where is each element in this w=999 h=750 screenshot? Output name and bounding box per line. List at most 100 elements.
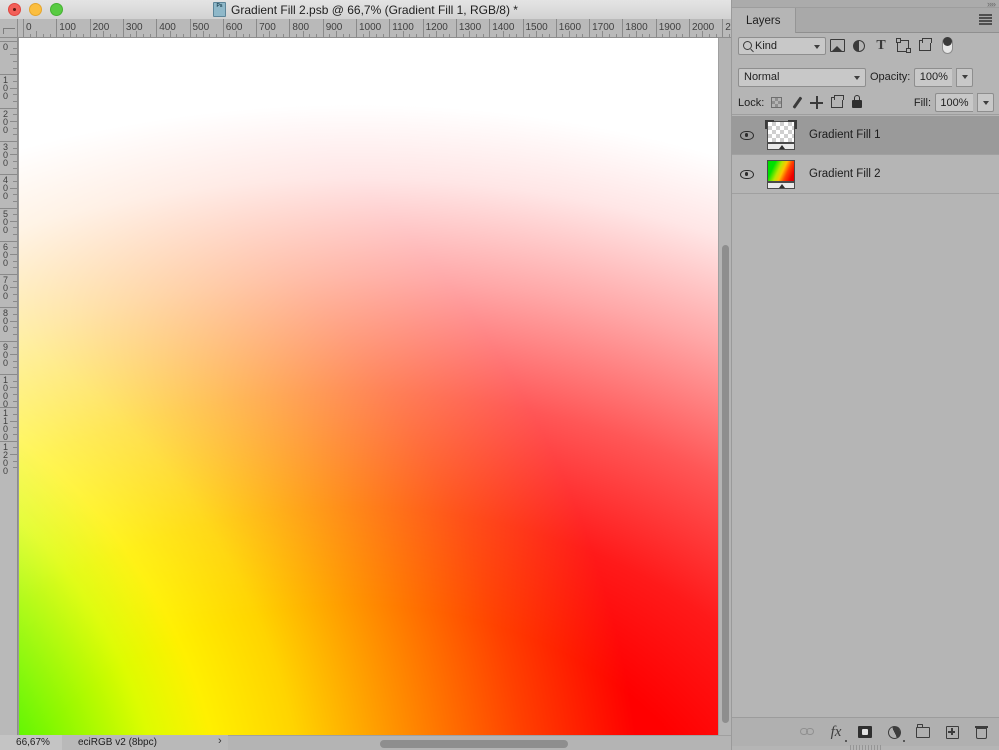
ruler-label: 200 <box>93 22 110 33</box>
lock-image-pixels-button[interactable] <box>789 95 804 110</box>
dropdown-dot-icon <box>903 740 906 743</box>
ruler-tick-minor <box>702 31 703 38</box>
ruler-tick-major <box>656 19 657 38</box>
adjustment-circle-icon <box>885 723 902 740</box>
tab-layers[interactable]: Layers <box>732 8 796 33</box>
ruler-tick-minor <box>13 234 17 235</box>
maximize-window-button[interactable] <box>50 3 63 16</box>
canvas-horizontal-scroll-thumb[interactable] <box>380 740 568 748</box>
fill-stepper-button[interactable] <box>977 93 994 112</box>
filter-type-layers-button[interactable]: T <box>870 36 892 56</box>
filter-enable-toggle[interactable] <box>936 36 958 56</box>
add-layer-mask-button[interactable] <box>856 723 874 741</box>
filter-shape-layers-button[interactable] <box>892 36 914 56</box>
document-artboard[interactable] <box>19 38 722 735</box>
ruler-label: 0 <box>26 22 32 33</box>
ruler-tick-minor <box>13 381 17 382</box>
ruler-tick-minor <box>13 68 17 69</box>
layer-name-label[interactable]: Gradient Fill 2 <box>809 168 881 180</box>
lock-label: Lock: <box>738 97 764 109</box>
filter-adjustment-layers-button[interactable] <box>848 36 870 56</box>
delete-layer-button[interactable] <box>972 723 990 741</box>
lock-all-button[interactable] <box>849 95 864 110</box>
double-chevron-collapse-icon[interactable]: »» <box>987 0 995 8</box>
ruler-tick-minor <box>503 31 504 38</box>
horizontal-ruler[interactable]: 0100200300400500600700800900100011001200… <box>18 19 731 38</box>
blend-mode-dropdown[interactable]: Normal <box>738 68 866 87</box>
table-row[interactable]: Gradient Fill 2 <box>732 155 999 194</box>
ruler-tick-minor <box>10 421 17 422</box>
ruler-origin-corner[interactable] <box>0 19 18 38</box>
eye-icon <box>740 170 754 179</box>
layer-visibility-toggle[interactable] <box>732 131 761 140</box>
ruler-label: 700 <box>1 276 10 300</box>
layer-visibility-toggle[interactable] <box>732 170 761 179</box>
ruler-tick-minor <box>70 31 71 38</box>
lock-transparent-pixels-button[interactable] <box>769 95 784 110</box>
ruler-tick-minor <box>236 31 237 38</box>
ruler-tick-minor <box>13 201 17 202</box>
opacity-stepper-button[interactable] <box>956 68 973 87</box>
ruler-tick-major <box>56 19 57 38</box>
ruler-tick-minor <box>10 88 17 89</box>
ruler-tick-minor <box>13 168 17 169</box>
panel-drag-bar[interactable]: »» <box>732 0 999 8</box>
new-adjustment-layer-button[interactable] <box>885 723 903 741</box>
lock-position-button[interactable] <box>809 95 824 110</box>
panel-resize-grip[interactable] <box>850 745 882 750</box>
fill-value-field[interactable]: 100% <box>935 93 973 112</box>
ruler-tick-minor <box>13 334 17 335</box>
hamburger-menu-icon[interactable] <box>979 14 992 25</box>
layer-name-label[interactable]: Gradient Fill 1 <box>809 129 881 141</box>
link-layers-button[interactable] <box>798 723 816 741</box>
ruler-tick-minor <box>10 287 17 288</box>
filter-smart-objects-button[interactable] <box>914 36 936 56</box>
status-expand-arrow-icon[interactable]: › <box>218 735 228 750</box>
image-icon <box>830 39 845 52</box>
ruler-label: 900 <box>1 343 10 367</box>
ruler-tick-minor <box>13 327 17 328</box>
ruler-tick-minor <box>13 294 17 295</box>
new-layer-button[interactable] <box>943 723 961 741</box>
table-row[interactable]: Gradient Fill 1 <box>732 116 999 155</box>
ruler-tick-minor <box>13 301 17 302</box>
layer-thumbnail[interactable] <box>761 120 801 150</box>
minimize-window-button[interactable] <box>29 3 42 16</box>
ruler-tick-minor <box>13 94 17 95</box>
ruler-label: 500 <box>193 22 210 33</box>
tab-layers-label: Layers <box>746 15 781 27</box>
new-group-button[interactable] <box>914 723 932 741</box>
opacity-value-field[interactable]: 100% <box>914 68 952 87</box>
ruler-tick-major <box>90 19 91 38</box>
ruler-tick-major <box>556 19 557 38</box>
chevron-down-icon <box>983 101 989 105</box>
ruler-tick-minor <box>669 31 670 38</box>
ruler-tick-minor <box>13 114 17 115</box>
ruler-label: 100 <box>1 76 10 100</box>
vertical-ruler[interactable]: 0100200300400500600700800900100011001200 <box>0 38 18 735</box>
fx-icon: fx <box>831 725 842 739</box>
ruler-tick-minor <box>13 148 17 149</box>
ruler-label: 100 <box>59 22 76 33</box>
ruler-tick-major <box>722 19 723 38</box>
ruler-tick-major <box>256 19 257 38</box>
ruler-tick-minor <box>10 454 17 455</box>
canvas-vertical-scroll-thumb[interactable] <box>722 245 729 723</box>
ruler-label: 1100 <box>1 409 10 441</box>
layer-thumbnail[interactable] <box>761 159 801 189</box>
ruler-tick-minor <box>602 31 603 38</box>
lock-artboard-nesting-button[interactable] <box>829 95 844 110</box>
ruler-tick-minor <box>10 254 17 255</box>
add-layer-style-button[interactable]: fx <box>827 723 845 741</box>
shape-path-icon <box>897 40 909 52</box>
gradient-midpoint-slider-icon <box>767 143 795 150</box>
zoom-level-field[interactable]: 66,67% <box>0 735 62 750</box>
close-window-button[interactable] <box>8 3 21 16</box>
filter-pixel-layers-button[interactable] <box>826 36 848 56</box>
layer-list[interactable]: Gradient Fill 1 Gradient Fill 2 <box>732 116 999 717</box>
text-T-icon: T <box>876 40 885 52</box>
ruler-label: 600 <box>226 22 243 33</box>
canvas-vertical-scrollbar[interactable] <box>718 38 731 735</box>
filter-kind-dropdown[interactable]: Kind <box>738 37 826 55</box>
canvas-viewport[interactable] <box>18 38 731 735</box>
